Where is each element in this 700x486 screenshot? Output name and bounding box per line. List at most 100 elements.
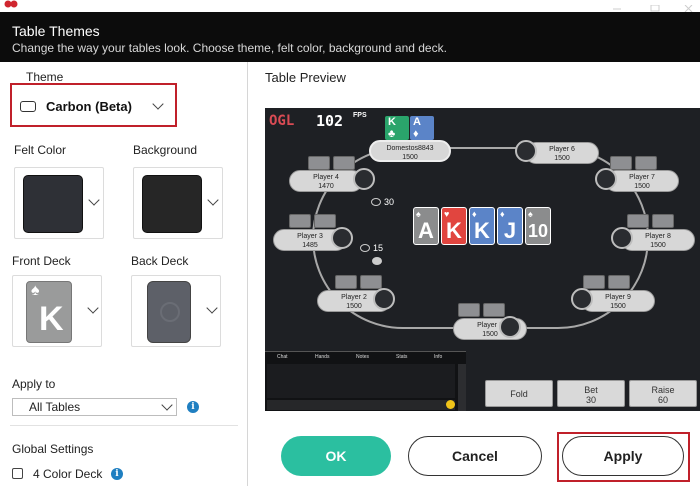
tab-notes[interactable]: Notes bbox=[356, 354, 369, 360]
player-avatar bbox=[331, 227, 353, 249]
card-back bbox=[308, 156, 330, 170]
spade-icon: ♠ bbox=[31, 282, 40, 299]
chip-icon bbox=[371, 198, 381, 206]
back-deck-label: Back Deck bbox=[131, 254, 189, 268]
chevron-down-icon bbox=[161, 399, 173, 411]
cancel-button[interactable]: Cancel bbox=[408, 436, 542, 476]
dialog-subtitle: Change the way your tables look. Choose … bbox=[12, 41, 447, 55]
player-avatar bbox=[353, 168, 375, 190]
card-back bbox=[333, 156, 355, 170]
four-color-checkbox[interactable] bbox=[12, 468, 23, 479]
background-picker[interactable] bbox=[133, 167, 223, 239]
table-themes-window: Table Themes Change the way your tables … bbox=[0, 0, 700, 486]
card-back bbox=[314, 214, 336, 228]
bet-amount: 15 bbox=[373, 243, 384, 253]
info-icon[interactable]: i bbox=[111, 468, 123, 480]
chat-panel: Chat Hands Notes Stats Info bbox=[265, 351, 466, 411]
background-label: Background bbox=[133, 143, 198, 157]
front-deck-label: Front Deck bbox=[12, 254, 71, 268]
felt-color-swatch bbox=[23, 175, 83, 233]
player-seat: Player 4 1470 bbox=[289, 170, 363, 192]
card-back bbox=[360, 275, 382, 289]
apply-to-value: All Tables bbox=[29, 400, 81, 414]
fold-button[interactable]: Fold bbox=[485, 380, 553, 407]
global-settings-label: Global Settings bbox=[12, 442, 94, 456]
back-deck-picker[interactable] bbox=[131, 275, 221, 347]
hole-card: A ♦ bbox=[410, 116, 434, 140]
player-avatar bbox=[571, 288, 593, 310]
tab-chat[interactable]: Chat bbox=[277, 354, 288, 360]
board-card: ♠ A bbox=[413, 207, 439, 245]
chevron-down-icon bbox=[207, 194, 219, 206]
player-avatar bbox=[611, 227, 633, 249]
close-icon[interactable] bbox=[682, 0, 696, 13]
table-icon bbox=[20, 101, 36, 112]
dealer-button-icon bbox=[372, 257, 382, 265]
table-preview: OGL 102 FPS K ♣ A ♦ Domestos8843 1500 Playe… bbox=[265, 108, 700, 411]
back-deck-card bbox=[147, 281, 191, 343]
board-card: ♥ K bbox=[441, 207, 467, 245]
theme-value: Carbon (Beta) bbox=[46, 99, 132, 114]
divider bbox=[10, 425, 238, 426]
card-back bbox=[583, 275, 605, 289]
card-back bbox=[627, 214, 649, 228]
card-back bbox=[652, 214, 674, 228]
fps-label: FPS bbox=[353, 112, 367, 119]
player-avatar bbox=[595, 168, 617, 190]
chat-scrollbar[interactable] bbox=[458, 364, 466, 411]
bet-button[interactable]: Bet 30 bbox=[557, 380, 625, 407]
tab-info[interactable]: Info bbox=[434, 354, 442, 360]
card-back-emblem-icon bbox=[160, 302, 180, 322]
dialog-header: Table Themes Change the way your tables … bbox=[0, 12, 700, 62]
card-back bbox=[610, 156, 632, 170]
hero-seat: Domestos8843 1500 bbox=[369, 140, 451, 162]
felt-color-label: Felt Color bbox=[14, 143, 67, 157]
player-avatar bbox=[499, 316, 521, 338]
player-avatar bbox=[515, 140, 537, 162]
bet-amount: 30 bbox=[384, 197, 395, 207]
four-color-label: 4 Color Deck bbox=[33, 467, 103, 481]
chevron-down-icon bbox=[88, 194, 100, 206]
player-avatar bbox=[373, 288, 395, 310]
board-card: ♠ 10 bbox=[525, 207, 551, 245]
card-back bbox=[289, 214, 311, 228]
dialog-title: Table Themes bbox=[12, 23, 100, 39]
brand-logo: OGL bbox=[269, 113, 295, 129]
chevron-down-icon bbox=[152, 98, 164, 110]
apply-to-label: Apply to bbox=[12, 377, 56, 391]
minimize-icon[interactable] bbox=[610, 0, 624, 10]
ok-button[interactable]: OK bbox=[281, 436, 391, 476]
front-deck-card: ♠ K bbox=[26, 281, 72, 343]
info-icon[interactable]: i bbox=[187, 401, 199, 413]
background-swatch bbox=[142, 175, 202, 233]
board-card: ♦ K bbox=[469, 207, 495, 245]
raise-button[interactable]: Raise 60 bbox=[629, 380, 697, 407]
card-back bbox=[608, 275, 630, 289]
card-back bbox=[458, 303, 480, 317]
apply-to-dropdown[interactable]: All Tables bbox=[12, 398, 177, 416]
chip-icon bbox=[360, 244, 370, 252]
board-card: ♦ J bbox=[497, 207, 523, 245]
preview-title: Table Preview bbox=[265, 70, 346, 85]
window-titlebar bbox=[0, 0, 700, 13]
front-deck-picker[interactable]: ♠ K bbox=[12, 275, 102, 347]
card-back bbox=[483, 303, 505, 317]
theme-label: Theme bbox=[26, 70, 64, 84]
chat-log bbox=[267, 364, 455, 398]
felt-color-picker[interactable] bbox=[14, 167, 104, 239]
maximize-icon[interactable] bbox=[648, 0, 662, 12]
fps-value: 102 bbox=[316, 112, 344, 130]
card-back bbox=[635, 156, 657, 170]
hole-card: K ♣ bbox=[385, 116, 409, 140]
chevron-down-icon bbox=[206, 302, 218, 314]
tab-hands[interactable]: Hands bbox=[315, 354, 329, 360]
chat-input[interactable] bbox=[267, 400, 455, 410]
emoji-icon[interactable] bbox=[446, 400, 455, 409]
chevron-down-icon bbox=[87, 302, 99, 314]
apply-button[interactable]: Apply bbox=[562, 436, 684, 476]
theme-dropdown[interactable]: Carbon (Beta) bbox=[18, 96, 168, 118]
tab-stats[interactable]: Stats bbox=[396, 354, 407, 360]
front-deck-rank: K bbox=[39, 300, 64, 338]
app-logo-icon bbox=[4, 0, 18, 8]
card-back bbox=[335, 275, 357, 289]
